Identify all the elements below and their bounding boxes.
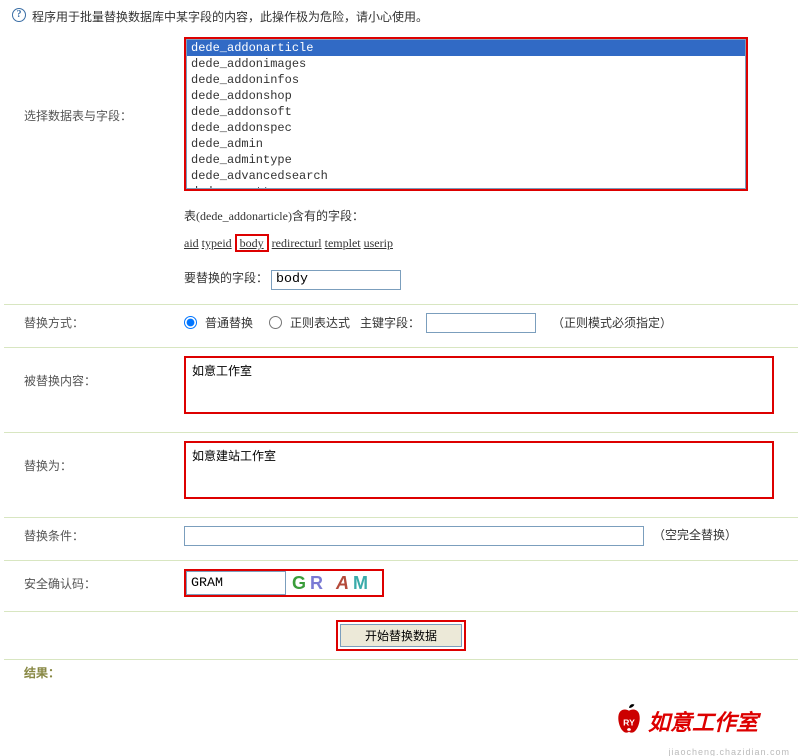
field-link[interactable]: redirecturl	[272, 236, 322, 250]
logo-text: 如意工作室	[648, 705, 758, 737]
table-option[interactable]: dede_advancedsearch	[187, 168, 745, 184]
field-link[interactable]: templet	[325, 236, 361, 250]
replace-field-input[interactable]	[271, 270, 401, 290]
radio-regex[interactable]	[269, 316, 282, 329]
label-select-table: 选择数据表与字段：	[24, 107, 184, 124]
warning-text: 程序用于批量替换数据库中某字段的内容，此操作极为危险，请小心使用。	[32, 8, 428, 25]
condition-input[interactable]	[184, 526, 644, 546]
table-listbox[interactable]: dede_addonarticledede_addonimagesdede_ad…	[186, 39, 746, 189]
svg-text:RY: RY	[623, 717, 635, 727]
label-security-code: 安全确认码：	[24, 575, 184, 592]
result-label: 结果：	[4, 660, 798, 701]
field-links: aid typeid body redirecturl templet user…	[184, 236, 790, 251]
captcha-image[interactable]: GR AM	[286, 573, 378, 594]
label-primary-key: 主键字段：	[360, 314, 420, 331]
captcha-input[interactable]	[186, 571, 286, 595]
help-icon: ?	[12, 8, 26, 22]
table-option[interactable]: dede_addonshop	[187, 88, 745, 104]
table-option[interactable]: dede_addoninfos	[187, 72, 745, 88]
label-replaced-content: 被替换内容：	[24, 356, 184, 389]
table-fields-prefix: 表(dede_addonarticle)含有的字段：	[184, 207, 790, 224]
field-link[interactable]: aid	[184, 236, 199, 250]
condition-note: （空完全替换）	[653, 528, 737, 542]
primary-key-input[interactable]	[426, 313, 536, 333]
table-option[interactable]: dede_addonsoft	[187, 104, 745, 120]
submit-button[interactable]: 开始替换数据	[340, 624, 462, 647]
watermark: jiaocheng.chazidian.com	[668, 747, 790, 756]
radio-normal[interactable]	[184, 316, 197, 329]
table-option[interactable]: dede_addonspec	[187, 120, 745, 136]
field-link[interactable]: body	[240, 236, 264, 250]
label-field-to-replace: 要替换的字段：	[184, 271, 268, 285]
apple-icon: RY	[613, 701, 645, 741]
replaced-content-textarea[interactable]	[184, 356, 774, 414]
table-option[interactable]: dede_addonarticle	[187, 40, 745, 56]
label-replace-to: 替换为：	[24, 441, 184, 474]
label-replace-condition: 替换条件：	[24, 527, 184, 544]
label-regex-replace: 正则表达式	[290, 314, 350, 331]
replace-to-textarea[interactable]	[184, 441, 774, 499]
table-option[interactable]: dede_admin	[187, 136, 745, 152]
table-option[interactable]: dede_admintype	[187, 152, 745, 168]
field-link[interactable]: userip	[364, 236, 393, 250]
table-option[interactable]: dede_addonimages	[187, 56, 745, 72]
table-option[interactable]: dede_arcatt	[187, 184, 745, 189]
regex-note: （正则模式必须指定）	[552, 314, 672, 331]
field-link[interactable]: typeid	[202, 236, 232, 250]
label-normal-replace: 普通替换	[205, 314, 253, 331]
label-replace-method: 替换方式：	[24, 314, 184, 331]
